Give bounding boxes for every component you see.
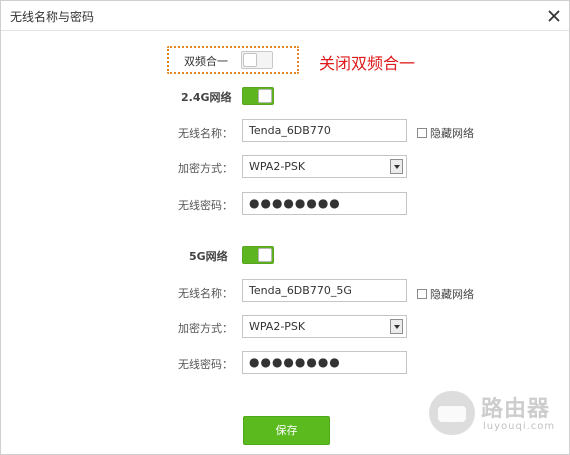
band-24-toggle[interactable] xyxy=(242,87,274,105)
hide-network-label: 隐藏网络 xyxy=(430,127,474,140)
band-5-password-input[interactable]: ●●●●●●●● xyxy=(242,351,407,374)
dropdown-arrow-icon[interactable] xyxy=(390,159,403,174)
annotation-text: 关闭双频合一 xyxy=(319,54,416,73)
band-5-hide-network[interactable]: 隐藏网络 xyxy=(417,286,474,302)
save-button[interactable]: 保存 xyxy=(243,416,330,445)
band-5-ssid-label: 无线名称： xyxy=(178,287,233,300)
hide-network-checkbox[interactable] xyxy=(417,128,427,138)
band-24-security-label: 加密方式： xyxy=(178,162,233,175)
watermark-subtitle: luyouqi.com xyxy=(483,421,556,432)
band-24-ssid-input[interactable]: Tenda_6DB770 xyxy=(242,119,407,142)
band-5-toggle[interactable] xyxy=(242,246,274,264)
toggle-knob xyxy=(258,248,272,262)
band-24-ssid-label: 无线名称： xyxy=(178,127,233,140)
hide-network-label: 隐藏网络 xyxy=(430,288,474,301)
close-icon[interactable] xyxy=(547,9,561,23)
band-5-section-label: 5G网络 xyxy=(189,250,228,263)
router-logo-inner xyxy=(438,406,466,422)
band-24-password-label: 无线密码： xyxy=(178,199,233,212)
band-24-security-value: WPA2-PSK xyxy=(249,160,306,173)
wireless-settings-dialog: 无线名称与密码 双频合一 关闭双频合一 2.4G网络 无线名称： Tenda_6… xyxy=(0,0,570,455)
band-5-security-label: 加密方式： xyxy=(178,322,233,335)
router-logo-icon xyxy=(429,391,475,435)
watermark-title: 路由器 xyxy=(481,397,551,422)
band-5-password-label: 无线密码： xyxy=(178,358,233,371)
band-24-password-input[interactable]: ●●●●●●●● xyxy=(242,192,407,215)
dialog-titlebar: 无线名称与密码 xyxy=(1,1,569,31)
band-24-security-select[interactable]: WPA2-PSK xyxy=(242,155,407,178)
dialog-title: 无线名称与密码 xyxy=(10,10,95,24)
dropdown-arrow-icon[interactable] xyxy=(390,319,403,334)
dual-band-toggle[interactable] xyxy=(241,51,273,69)
band-5-ssid-input[interactable]: Tenda_6DB770_5G xyxy=(242,279,407,302)
toggle-knob xyxy=(258,89,272,103)
band-5-security-value: WPA2-PSK xyxy=(249,320,306,333)
band-24-hide-network[interactable]: 隐藏网络 xyxy=(417,125,474,141)
dual-band-label: 双频合一 xyxy=(184,55,228,68)
hide-network-checkbox[interactable] xyxy=(417,289,427,299)
band-24-section-label: 2.4G网络 xyxy=(181,91,232,104)
watermark: 路由器 luyouqi.com xyxy=(429,389,559,439)
band-5-security-select[interactable]: WPA2-PSK xyxy=(242,315,407,338)
toggle-knob xyxy=(243,53,257,67)
